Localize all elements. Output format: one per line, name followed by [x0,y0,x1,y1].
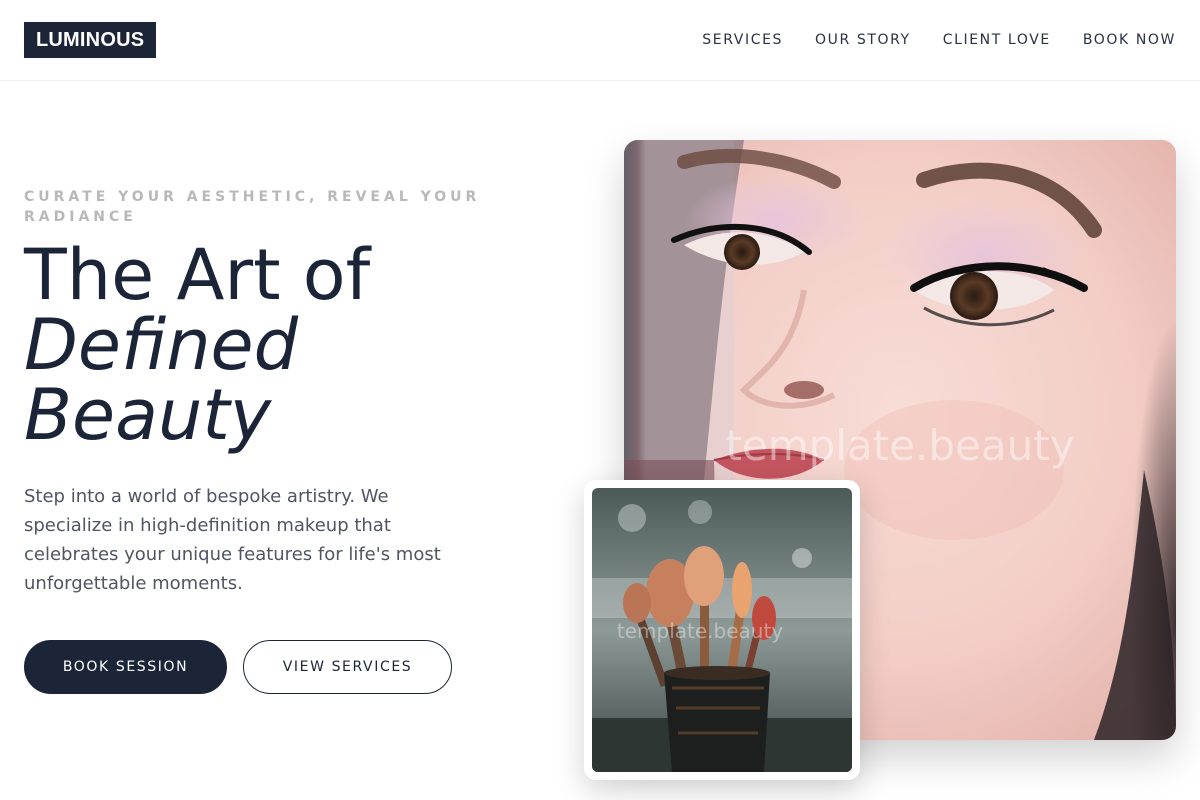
headline-line-1: The Art of [24,234,371,316]
hero-eyebrow: CURATE YOUR AESTHETIC, REVEAL YOUR RADIA… [24,189,481,225]
hero-description: Step into a world of bespoke artistry. W… [24,486,441,594]
makeup-brushes-illustration: template.beauty [592,488,852,772]
secondary-image-watermark: template.beauty [617,619,783,643]
main-image-watermark: template.beauty [725,421,1074,470]
book-session-button[interactable]: BOOK SESSION [24,640,227,694]
brushes-image: template.beauty [592,488,852,772]
nav-item-book-now[interactable]: BOOK NOW [1083,30,1176,50]
nav-item-client-love[interactable]: CLIENT LOVE [943,30,1051,50]
headline-line-2: Defined [24,304,299,386]
site-header: LUMINOUS SERVICES OUR STORY CLIENT LOVE … [0,0,1200,81]
main-nav: SERVICES OUR STORY CLIENT LOVE BOOK NOW [702,30,1176,50]
brand-logo[interactable]: LUMINOUS [24,22,157,58]
headline-line-3: Beauty [24,374,272,456]
hero-headline: The Art of Defined Beauty [24,240,544,450]
secondary-image-card: template.beauty [584,480,860,780]
nav-item-services[interactable]: SERVICES [702,30,783,50]
nav-item-our-story[interactable]: OUR STORY [815,30,911,50]
view-services-button[interactable]: VIEW SERVICES [243,640,452,694]
